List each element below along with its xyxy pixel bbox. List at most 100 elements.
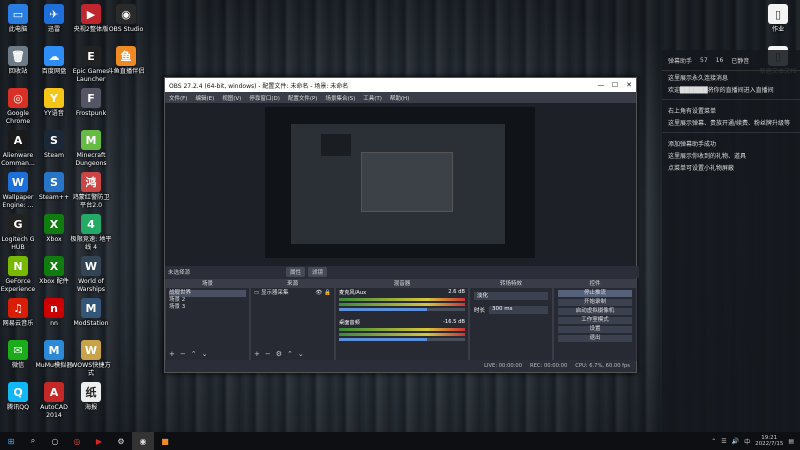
settings-taskbar-icon[interactable]: ⚙ (110, 432, 132, 450)
scene-item[interactable]: 场景 3 (169, 304, 246, 311)
obs-titlebar[interactable]: OBS 27.2.4 (64-bit, windows) - 配置文件: 未命名… (165, 78, 636, 92)
desktop-icon[interactable]: A AutoCAD 2014 (33, 382, 75, 419)
desktop-icon-label: YY语音 (44, 110, 64, 117)
menu-file[interactable]: 文件(F) (169, 94, 187, 102)
transition-select[interactable]: 淡化 (474, 292, 548, 300)
desktop-icon[interactable]: S Steam++ (33, 172, 75, 202)
app-icon: n (44, 298, 64, 318)
desktop-icon[interactable]: S Steam (33, 130, 75, 160)
menu-docks[interactable]: 停靠窗口(D) (249, 94, 280, 102)
system-tray: ⌃ ☰ 🔊 中 19:21 2022/7/15 ▤ (711, 435, 800, 447)
desktop-icon[interactable]: 鸿鸿蒙红警防卫平台2.0 (70, 172, 112, 209)
app-icon: 4 (81, 214, 101, 234)
menu-profile[interactable]: 配置文件(P) (288, 94, 318, 102)
desktop-icon[interactable]: M MuMu模拟器 (33, 340, 75, 370)
desktop-icon-label: AutoCAD 2014 (40, 404, 68, 419)
desktop-icon[interactable]: 纸海报 (70, 382, 112, 412)
desktop-icon[interactable]: 4 极限竞速: 地平线 4 (70, 214, 112, 251)
app-icon: ♫ (8, 298, 28, 318)
mixer-track-db: 2.6 dB (448, 289, 465, 295)
obs-taskbar-icon[interactable]: ◉ (132, 432, 154, 450)
duration-input[interactable]: 300 ms (489, 306, 548, 314)
douyu-taskbar-icon[interactable]: ■ (154, 432, 176, 450)
desktop-icon[interactable]: M Minecraft Dungeons (70, 130, 112, 167)
desktop-icon-label: WOWS快捷方式 (71, 362, 111, 377)
app-icon: X (44, 256, 64, 276)
notification-icon[interactable]: ▤ (788, 438, 794, 445)
desktop-icon[interactable]: n nn (33, 298, 75, 328)
desktop-icon[interactable]: W World of Warships (70, 256, 112, 293)
volume-slider[interactable] (339, 308, 465, 311)
desktop-icon[interactable]: ☁ 百度网盘 (33, 46, 75, 76)
menu-tools[interactable]: 工具(T) (363, 94, 382, 102)
stop-streaming-button[interactable]: 停止推流 (558, 290, 632, 297)
start-recording-button[interactable]: 开始录制 (558, 299, 632, 306)
app-icon: G (8, 214, 28, 234)
network-icon[interactable]: ☰ (721, 438, 726, 445)
scene-item[interactable]: 场景 2 (169, 297, 246, 304)
menu-edit[interactable]: 编辑(E) (195, 94, 214, 102)
ime-indicator[interactable]: 中 (744, 437, 750, 446)
app-taskbar-icon[interactable]: ▶ (88, 432, 110, 450)
menu-scene-collection[interactable]: 场景集合(S) (325, 94, 355, 102)
app-icon: ◉ (116, 4, 136, 24)
exit-button[interactable]: 退出 (558, 335, 632, 342)
clock[interactable]: 19:21 2022/7/15 (755, 435, 783, 447)
maximize-icon[interactable]: ☐ (608, 81, 622, 89)
desktop-icon-label: Steam++ (38, 194, 70, 201)
desktop-icon[interactable]: ▯ 作业 (757, 4, 799, 34)
source-item[interactable]: ▭ 显示器采集 👁 🔒 (254, 290, 331, 297)
app-icon: ◎ (8, 88, 28, 108)
sources-dock-title: 来源 (251, 280, 334, 288)
transitions-dock-title: 转场特效 (470, 280, 552, 288)
transitions-dock: 转场特效 淡化 时长 300 ms (469, 279, 553, 361)
app-icon: S (44, 130, 64, 150)
desktop-icon[interactable]: ◉ OBS Studio (105, 4, 147, 34)
obs-window: OBS 27.2.4 (64-bit, windows) - 配置文件: 未命名… (164, 77, 639, 373)
cpu-status: CPU: 6.7%, 60.00 fps (575, 362, 630, 369)
menu-help[interactable]: 帮助(H) (390, 94, 409, 102)
desktop-icon[interactable]: Y YY语音 (33, 88, 75, 118)
desktop-icon[interactable]: F Frostpunk (70, 88, 112, 118)
obs-preview-area[interactable] (165, 103, 636, 266)
app-icon: W (8, 172, 28, 192)
desktop-icon-label: Frostpunk (75, 110, 107, 117)
desktop-icon-label: 鸿蒙红警防卫平台2.0 (72, 194, 110, 209)
app-icon: 纸 (81, 382, 101, 402)
controls-dock-title: 控件 (554, 280, 636, 288)
source-controls[interactable]: +−⚙⌃⌄ (254, 350, 309, 358)
chrome-taskbar-icon[interactable]: ◎ (66, 432, 88, 450)
desktop-icon-label: Xbox 配件 (39, 278, 69, 285)
mute-status[interactable]: 已静音 (731, 56, 749, 65)
desktop-icon[interactable]: W WOWS快捷方式 (70, 340, 112, 377)
menu-view[interactable]: 视图(V) (222, 94, 241, 102)
app-icon: M (81, 298, 101, 318)
volume-icon[interactable]: 🔊 (732, 438, 739, 445)
desktop-icon[interactable]: ✈ 迅雷 (33, 4, 75, 34)
scene-controls[interactable]: +−⌃⌄ (169, 350, 212, 358)
studio-mode-button[interactable]: 工作室模式 (558, 317, 632, 324)
app-icon: E (81, 46, 101, 66)
close-icon[interactable]: ✕ (622, 81, 636, 89)
desktop-icon[interactable]: X Xbox 配件 (33, 256, 75, 286)
properties-button[interactable]: 属性 (286, 267, 306, 277)
desktop-icon[interactable]: 鱼斗鱼直播伴侣 (105, 46, 147, 76)
visibility-icon: 👁 🔒 (315, 290, 331, 296)
task-view-icon[interactable]: ○ (44, 432, 66, 450)
filters-button[interactable]: 滤镜 (308, 267, 328, 277)
settings-button[interactable]: 设置 (558, 326, 632, 333)
desktop-icon-label: 作业 (771, 26, 785, 33)
minimize-icon[interactable]: — (594, 81, 608, 89)
desktop-icon[interactable]: M ModStation (70, 298, 112, 328)
windows-start-icon[interactable]: ⊞ (0, 432, 22, 450)
app-icon: N (8, 256, 28, 276)
scene-item[interactable]: 战舰世界 (169, 290, 246, 297)
volume-slider[interactable] (339, 338, 465, 341)
desktop-icon-label: 斗鱼直播伴侣 (107, 68, 145, 75)
start-virtual-camera-button[interactable]: 启动虚拟摄像机 (558, 308, 632, 315)
search-icon[interactable]: ⌕ (22, 432, 44, 450)
desktop-icon[interactable]: X Xbox (33, 214, 75, 244)
desktop-icon-label: ModStation (73, 320, 109, 327)
chevron-up-icon[interactable]: ⌃ (711, 438, 716, 445)
preview-canvas[interactable] (265, 107, 535, 258)
